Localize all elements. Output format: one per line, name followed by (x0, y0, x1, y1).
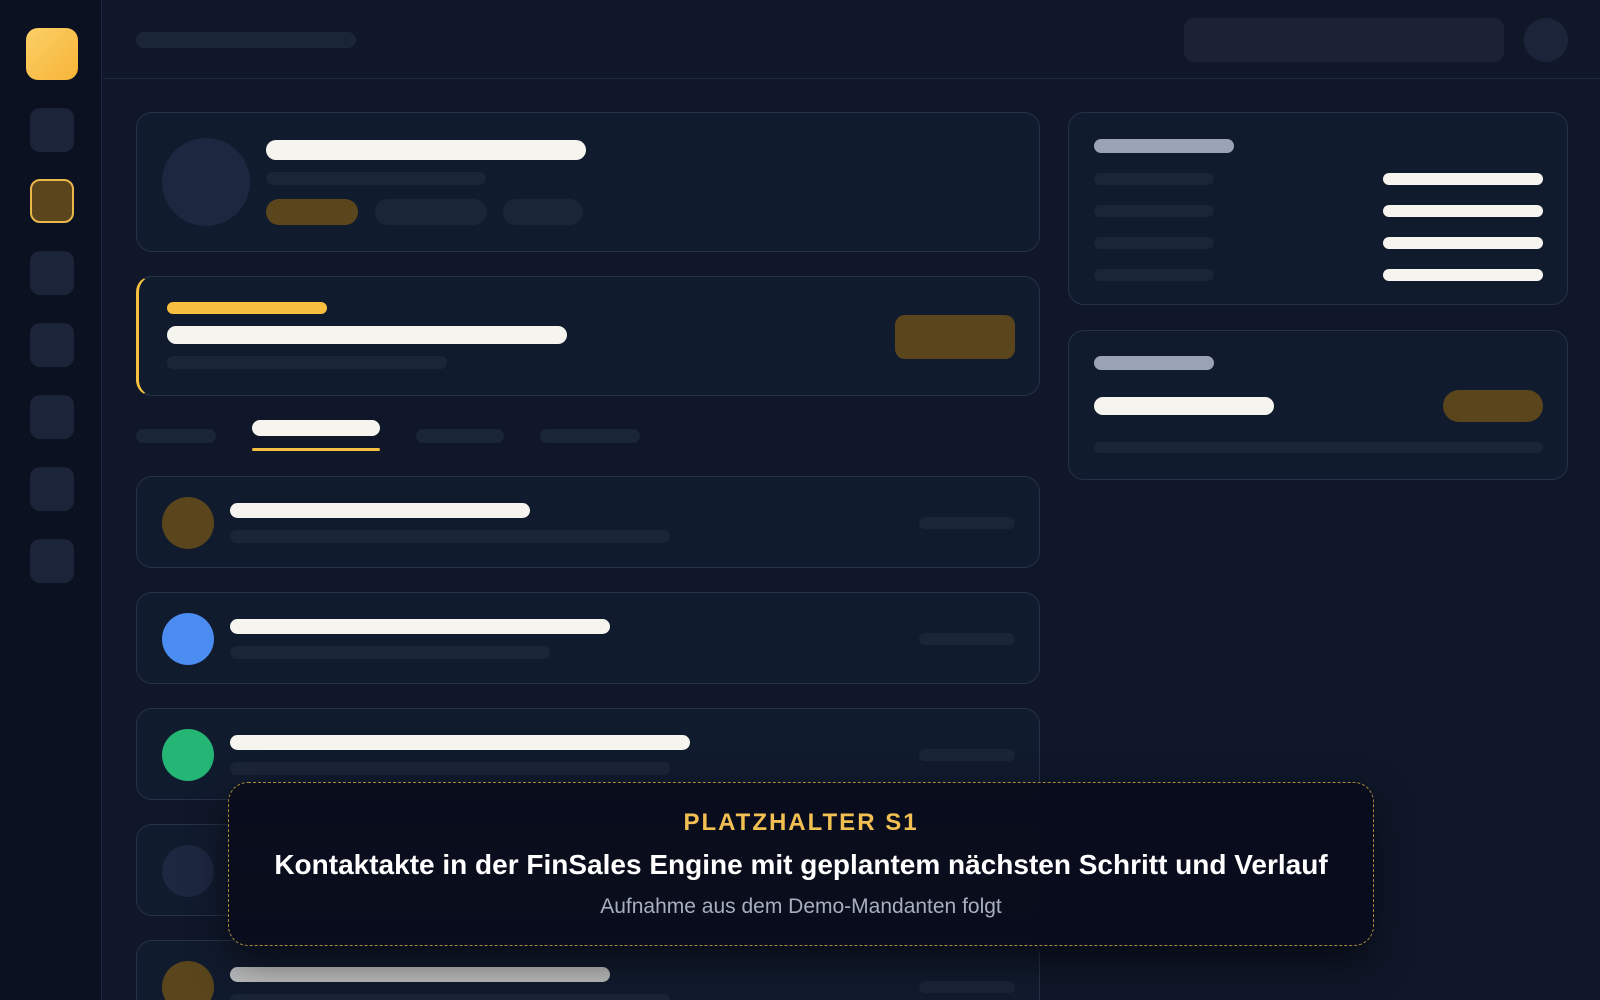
activity-title-placeholder (230, 735, 690, 750)
activity-title-placeholder (230, 503, 530, 518)
tab-2-active[interactable] (252, 420, 380, 436)
detail-value-placeholder (1383, 269, 1543, 281)
placeholder-overlay: PLATZHALTER S1 Kontaktakte in der FinSal… (228, 782, 1374, 946)
detail-label-placeholder (1094, 269, 1214, 281)
next-step-action-button[interactable] (895, 315, 1015, 359)
tag-badge (375, 199, 487, 225)
contact-name-placeholder (266, 140, 586, 160)
next-step-label-placeholder (167, 302, 327, 314)
detail-value-placeholder (1383, 205, 1543, 217)
activity-avatar (162, 845, 214, 897)
next-step-card (136, 276, 1040, 396)
details-heading-placeholder (1094, 139, 1234, 153)
breadcrumb-placeholder (136, 32, 356, 48)
sidebar-nav-item-7[interactable] (30, 539, 74, 583)
tag-badge (503, 199, 583, 225)
tab-3[interactable] (416, 429, 504, 443)
avatar[interactable] (1524, 18, 1568, 62)
detail-label-placeholder (1094, 237, 1214, 249)
sidebar-nav-item-contacts-active[interactable] (30, 179, 74, 223)
pipeline-card (1068, 330, 1568, 480)
contact-meta-placeholder (266, 172, 486, 185)
sidebar (0, 0, 102, 1000)
activity-date-placeholder (919, 981, 1015, 993)
details-card (1068, 112, 1568, 305)
sidebar-nav-item-6[interactable] (30, 467, 74, 511)
list-item[interactable] (136, 592, 1040, 684)
activity-avatar (162, 961, 214, 1000)
app-logo[interactable] (26, 28, 78, 80)
list-item[interactable] (136, 940, 1040, 1000)
activity-title-placeholder (230, 619, 610, 634)
contact-avatar (162, 138, 250, 226)
detail-label-placeholder (1094, 205, 1214, 217)
activity-desc-placeholder (230, 994, 670, 1000)
activity-date-placeholder (919, 749, 1015, 761)
tab-1[interactable] (136, 429, 216, 443)
next-step-desc-placeholder (167, 356, 447, 369)
detail-label-placeholder (1094, 173, 1214, 185)
next-step-title-placeholder (167, 326, 567, 344)
placeholder-subtitle: Aufnahme aus dem Demo-Mandanten folgt (600, 895, 1002, 918)
placeholder-tag: PLATZHALTER S1 (683, 809, 919, 836)
activity-desc-placeholder (230, 646, 550, 659)
placeholder-title: Kontaktakte in der FinSales Engine mit g… (274, 849, 1328, 880)
activity-desc-placeholder (230, 530, 670, 543)
detail-value-placeholder (1383, 173, 1543, 185)
active-tab-indicator (252, 448, 380, 451)
pipeline-heading-placeholder (1094, 356, 1214, 370)
activity-avatar (162, 613, 214, 665)
detail-value-placeholder (1383, 237, 1543, 249)
activity-date-placeholder (919, 633, 1015, 645)
contact-header-card (136, 112, 1040, 252)
pipeline-value-placeholder (1094, 397, 1274, 415)
tab-4[interactable] (540, 429, 640, 443)
activity-avatar (162, 497, 214, 549)
pipeline-stage-badge[interactable] (1443, 390, 1543, 422)
list-item[interactable] (136, 476, 1040, 568)
activity-date-placeholder (919, 517, 1015, 529)
pipeline-progress-track (1094, 442, 1543, 453)
search-input[interactable] (1184, 18, 1504, 62)
sidebar-nav-item-4[interactable] (30, 323, 74, 367)
sidebar-nav-item-3[interactable] (30, 251, 74, 295)
status-badge (266, 199, 358, 225)
activity-desc-placeholder (230, 762, 670, 775)
activity-avatar (162, 729, 214, 781)
activity-title-placeholder (230, 967, 610, 982)
sidebar-nav-item-5[interactable] (30, 395, 74, 439)
sidebar-nav-item-1[interactable] (30, 108, 74, 152)
